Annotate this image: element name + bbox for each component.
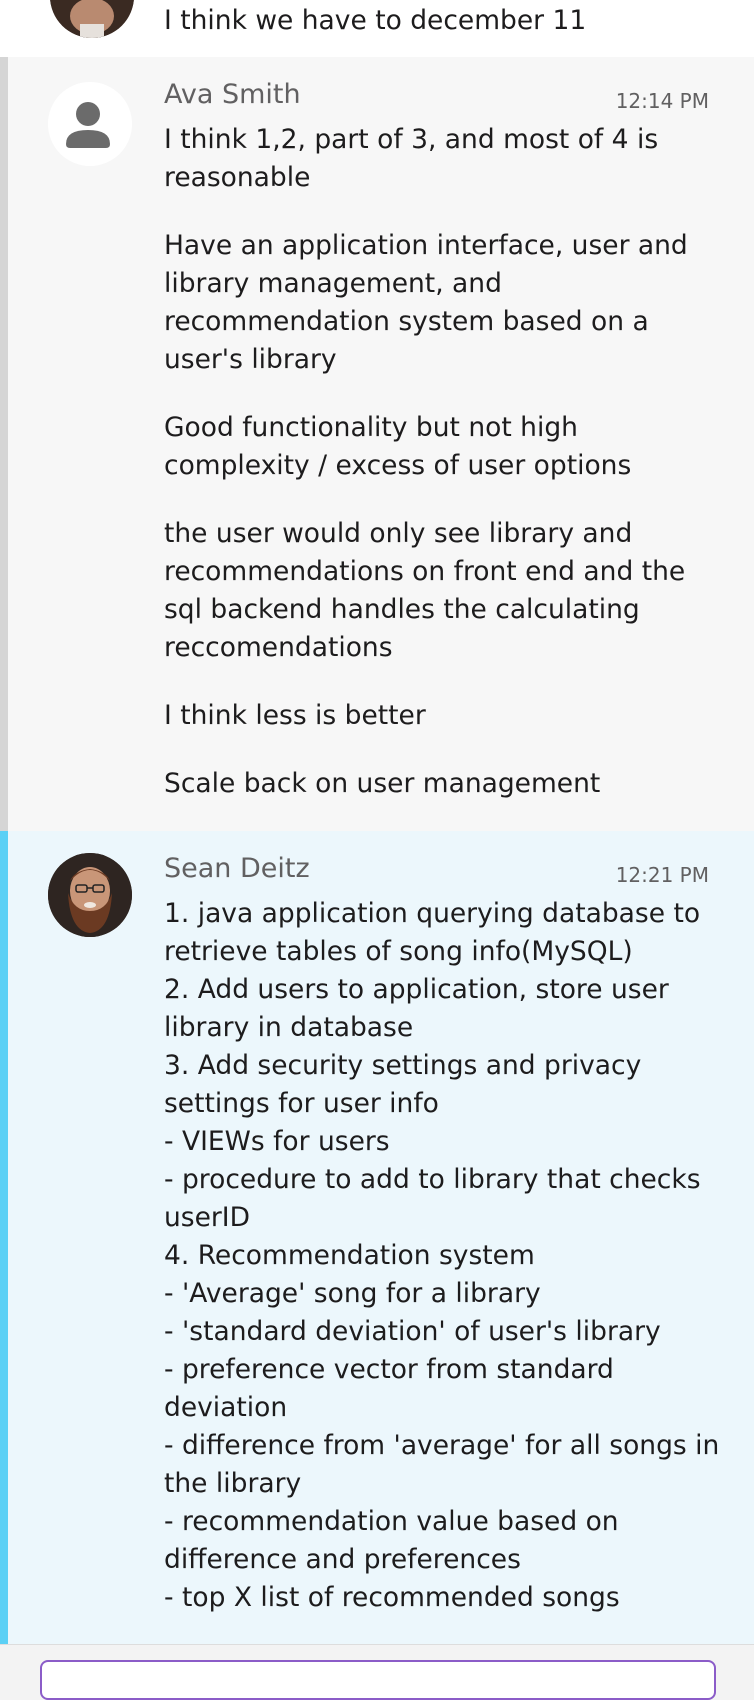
message-paragraph: Scale back on user management <box>164 768 601 799</box>
message-line: 2. Add users to application, store user … <box>164 974 669 1043</box>
bottom-divider <box>0 1644 754 1645</box>
message-line: - top X list of recommended songs <box>164 1582 620 1613</box>
message-paragraph: I think 1,2, part of 3, and most of 4 is… <box>164 124 659 193</box>
message-paragraph: the user would only see library and reco… <box>164 518 686 663</box>
message-body: I think 1,2, part of 3, and most of 4 is… <box>164 121 724 833</box>
message-line: - recommendation value based on differen… <box>164 1506 619 1575</box>
message-line: - 'Average' song for a library <box>164 1278 541 1309</box>
message-paragraph: Have an application interface, user and … <box>164 230 688 375</box>
message-sean-deitz[interactable]: Sean Deitz 12:21 PM 1. java application … <box>0 831 754 1644</box>
message-line: 4. Recommendation system <box>164 1240 535 1271</box>
default-user-icon <box>48 82 132 166</box>
message-line: - VIEWs for users <box>164 1126 390 1157</box>
previous-message[interactable]: I think we have to december 11 <box>0 0 754 57</box>
message-line: 3. Add security settings and privacy set… <box>164 1050 642 1119</box>
message-body: 1. java application querying database to… <box>164 895 724 1617</box>
message-timestamp[interactable]: 12:21 PM <box>616 863 709 887</box>
avatar[interactable] <box>48 82 132 166</box>
message-line: - procedure to add to library that check… <box>164 1164 701 1233</box>
message-line: - 'standard deviation' of user's library <box>164 1316 661 1347</box>
message-paragraph: I think less is better <box>164 700 426 731</box>
message-line: - preference vector from standard deviat… <box>164 1354 614 1423</box>
avatar[interactable] <box>48 853 132 937</box>
message-paragraph: Good functionality but not high complexi… <box>164 412 632 481</box>
message-line: - difference from 'average' for all song… <box>164 1430 720 1499</box>
sender-name[interactable]: Ava Smith <box>164 79 301 110</box>
message-ava-smith[interactable]: Ava Smith 12:14 PM I think 1,2, part of … <box>0 57 754 831</box>
sender-name[interactable]: Sean Deitz <box>164 853 310 884</box>
message-timestamp[interactable]: 12:14 PM <box>616 89 709 113</box>
message-composer[interactable] <box>40 1660 716 1700</box>
message-text: I think we have to december 11 <box>164 5 587 36</box>
avatar[interactable] <box>50 0 134 38</box>
message-line: 1. java application querying database to… <box>164 898 701 967</box>
